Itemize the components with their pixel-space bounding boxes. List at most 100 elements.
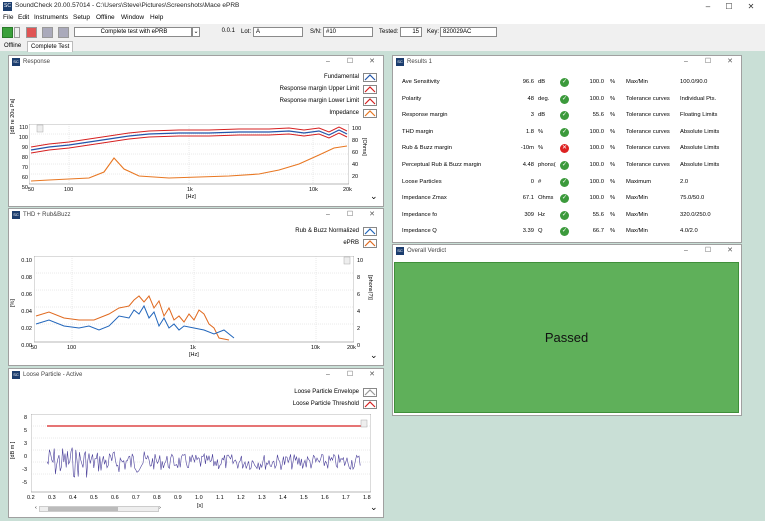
results-row: Perceptual Rub & Buzz margin 4.48 phons(10… (398, 157, 738, 174)
tick-label: 0 (23, 454, 27, 460)
results-limits: Individual Pts. (680, 95, 717, 102)
minimize-icon[interactable]: – (321, 370, 335, 380)
sequence-dropdown-icon[interactable]: ⌄ (192, 27, 200, 37)
maximize-icon[interactable]: ☐ (718, 0, 740, 13)
y-axis-ticks: 0.10 0.08 0.06 0.04 0.02 0.00 (16, 253, 32, 355)
results-row: Ave Sensitivity 96.6 dB 100.0% Max/Min 100.0/… (398, 74, 738, 91)
legend-line-icon[interactable] (363, 238, 377, 248)
cursor-icon[interactable] (343, 256, 351, 265)
legend-line-icon[interactable] (363, 84, 377, 94)
maximize-icon[interactable]: ☐ (343, 57, 357, 67)
tab-complete-test[interactable]: Complete Test (27, 41, 74, 52)
x-axis-label: [s] (197, 503, 203, 509)
chevron-down-icon[interactable]: ⌄ (370, 191, 378, 202)
results-unit: # (538, 178, 542, 185)
response-title: Response (23, 59, 51, 65)
close-icon[interactable]: ✕ (365, 210, 379, 220)
tick-label: 3 (23, 441, 27, 447)
results-value: 48 (527, 95, 534, 102)
scroll-left-icon[interactable]: ‹ (35, 505, 37, 511)
menu-help[interactable]: Help (150, 14, 163, 21)
verdict-titlebar: SC Overall Verdict – ☐ ✕ (393, 245, 741, 257)
next-button[interactable] (58, 27, 69, 38)
maximize-icon[interactable]: ☐ (343, 370, 357, 380)
results-limits: Floating Limits (680, 112, 718, 119)
results-value: 3 (530, 112, 534, 119)
minimize-icon[interactable]: – (697, 0, 719, 13)
fail-icon: ✕ (560, 144, 569, 154)
close-icon[interactable]: ✕ (740, 0, 762, 13)
close-icon[interactable]: ✕ (723, 246, 737, 256)
cursor-icon[interactable] (36, 124, 44, 133)
step-button[interactable] (42, 27, 53, 38)
tick-label: 0.00 (21, 343, 32, 349)
tick-label: 80 (21, 155, 28, 161)
results-pct: 100.0 (589, 161, 604, 168)
menu-offline[interactable]: Offline (96, 14, 115, 21)
legend-line-icon[interactable] (363, 72, 377, 82)
panel-icon: SC (12, 211, 20, 219)
legend-line-icon[interactable] (363, 108, 377, 118)
panel-icon: SC (12, 371, 20, 379)
response-panel: SC Response – ☐ ✕ Fundamental Response m… (8, 55, 384, 207)
close-icon[interactable]: ✕ (365, 370, 379, 380)
run-dropdown-icon[interactable] (14, 27, 20, 38)
pass-icon: ✓ (560, 94, 569, 104)
menu-edit[interactable]: Edit (18, 14, 29, 21)
sn-label: S/N: (310, 29, 322, 35)
legend-line-icon[interactable] (363, 96, 377, 106)
minimize-icon[interactable]: – (679, 57, 693, 67)
tab-offline[interactable]: Offline (1, 41, 24, 51)
minimize-icon[interactable]: – (679, 246, 693, 256)
legend-line-icon[interactable] (363, 387, 377, 397)
x-tick: 10k (309, 187, 318, 193)
app-icon: SC (3, 2, 12, 11)
pass-icon: ✓ (560, 227, 569, 237)
results-pct: 100.0 (589, 128, 604, 135)
thd-titlebar: SC THD + Rub&Buzz – ☐ ✕ (9, 209, 383, 221)
response-titlebar: SC Response – ☐ ✕ (9, 56, 383, 68)
x-tick: 0.6 (111, 495, 119, 501)
chevron-down-icon[interactable]: ⌄ (370, 502, 378, 513)
minimize-icon[interactable]: – (321, 210, 335, 220)
close-icon[interactable]: ✕ (723, 57, 737, 67)
menu-window[interactable]: Window (121, 14, 144, 21)
results-name: Perceptual Rub & Buzz margin (402, 161, 482, 168)
menu-file[interactable]: File (3, 14, 13, 21)
sequence-select[interactable]: Complete test with ePRB (74, 27, 192, 37)
x-tick: 1.8 (363, 495, 371, 501)
results-limits: Absolute Limits (680, 161, 720, 168)
tick-label: 70 (21, 165, 28, 171)
sn-input[interactable]: #10 (323, 27, 373, 37)
menu-bar: File Edit Instruments Setup Offline Wind… (0, 13, 765, 24)
lot-input[interactable]: A (253, 27, 303, 37)
y-right-ticks: 100 80 60 40 20 (352, 123, 361, 183)
results-pu: % (610, 128, 616, 135)
maximize-icon[interactable]: ☐ (343, 210, 357, 220)
close-icon[interactable]: ✕ (365, 57, 379, 67)
results-row: Loose Particles 0 #100.0% Maximum 2.0 ✓ (398, 174, 738, 191)
menu-instruments[interactable]: Instruments (34, 14, 68, 21)
loose-titlebar: SC Loose Particle - Active – ☐ ✕ (9, 369, 383, 381)
scrollbar-thumb[interactable] (48, 507, 118, 511)
pass-icon: ✓ (560, 210, 569, 220)
x-axis-ticks: 0.2 0.3 0.4 0.5 0.6 0.7 0.8 0.9 1.0 1.1 1.2 1.3 1.4 1… (9, 495, 385, 503)
chevron-down-icon[interactable]: ⌄ (370, 350, 378, 361)
scroll-right-icon[interactable]: › (159, 505, 161, 511)
maximize-icon[interactable]: ☐ (701, 246, 715, 256)
stop-button[interactable] (26, 27, 37, 38)
legend-line-icon[interactable] (363, 399, 377, 409)
results-pct: 100.0 (589, 79, 604, 85)
results-unit: % (538, 145, 544, 152)
cursor-icon[interactable] (360, 419, 368, 428)
maximize-icon[interactable]: ☐ (701, 57, 715, 67)
thd-title: THD + Rub&Buzz (23, 212, 71, 218)
legend-line-icon[interactable] (363, 226, 377, 236)
results-pct: 100.0 (589, 195, 604, 202)
horizontal-scrollbar[interactable] (39, 506, 159, 512)
run-button[interactable] (2, 27, 13, 38)
menu-setup[interactable]: Setup (73, 14, 90, 21)
minimize-icon[interactable]: – (321, 57, 335, 67)
tick-label: 0 (357, 343, 361, 349)
legend-label: ePRB (343, 240, 359, 246)
